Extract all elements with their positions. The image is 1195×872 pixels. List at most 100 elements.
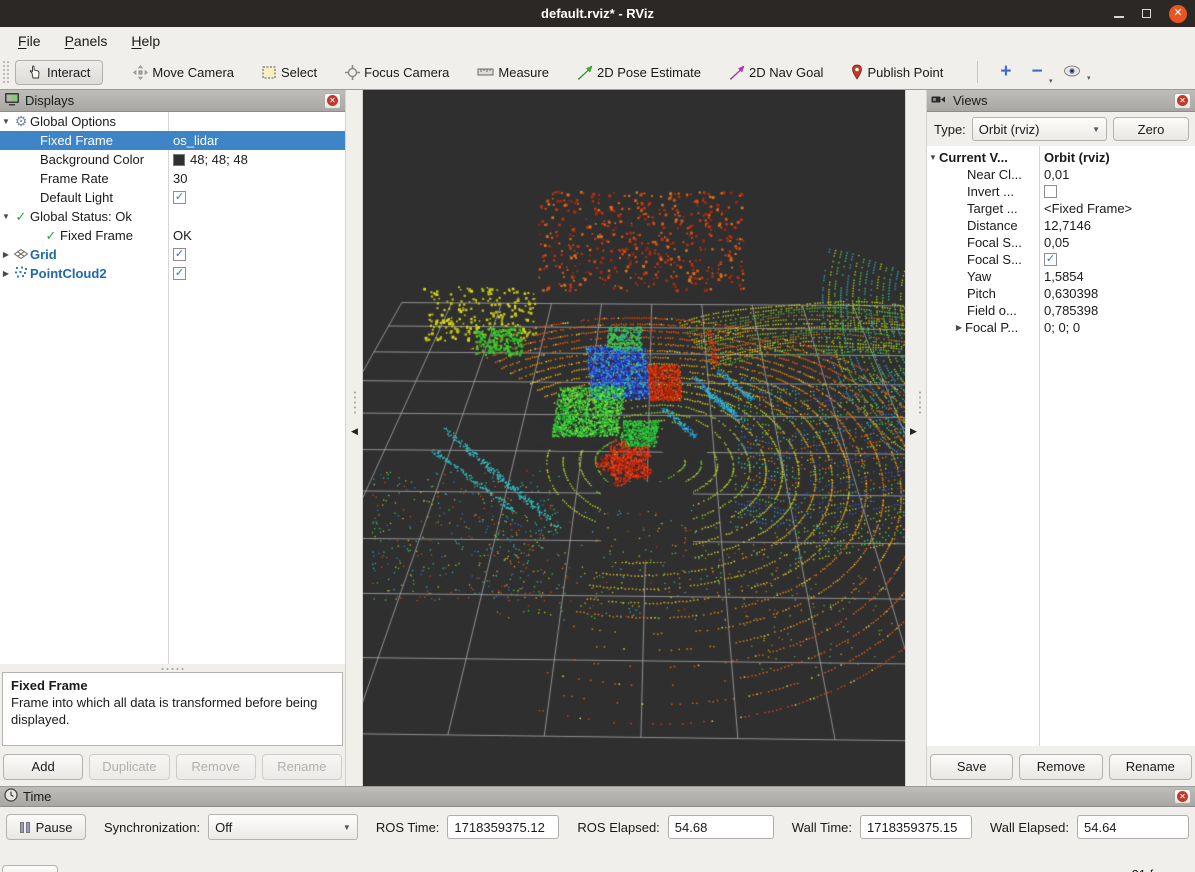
tree-row-pointcloud2[interactable]: ▶ PointCloud2 ✓ xyxy=(0,264,345,283)
ros-elapsed-field[interactable]: 54.68 xyxy=(668,815,774,839)
view-row-current-view[interactable]: ▼ Current V... Orbit (rviz) xyxy=(927,149,1195,166)
view-row-yaw[interactable]: Yaw 1,5854 xyxy=(927,268,1195,285)
rename-button[interactable]: Rename xyxy=(262,754,342,780)
tree-row-global-status[interactable]: ▼ ✓ Global Status: Ok xyxy=(0,207,345,226)
close-window-button[interactable]: ✕ xyxy=(1169,5,1187,23)
view-row-invert-z[interactable]: Invert ... xyxy=(927,183,1195,200)
status-ok-check-icon: ✓ xyxy=(12,209,30,225)
view-row-focal-point[interactable]: ▶ Focal P... 0; 0; 0 xyxy=(927,319,1195,336)
invert-z-checkbox[interactable] xyxy=(1044,185,1057,198)
displays-tree: ▼ ⚙ Global Options Fixed Frame os_lidar … xyxy=(0,112,345,664)
tool-interact[interactable]: Interact xyxy=(15,60,103,85)
synchronization-dropdown[interactable]: Off ▼ xyxy=(208,814,358,840)
collapse-right-arrow-icon[interactable]: ▶ xyxy=(910,426,917,437)
views-panel-header: Views ✕ xyxy=(927,90,1195,112)
expander-icon[interactable]: ▼ xyxy=(0,212,12,221)
pointcloud-canvas[interactable] xyxy=(363,90,905,786)
interact-hand-icon xyxy=(28,65,43,80)
left-splitter[interactable]: ◀ xyxy=(345,90,363,786)
rename-view-button[interactable]: Rename xyxy=(1109,754,1192,780)
tree-row-global-options[interactable]: ▼ ⚙ Global Options xyxy=(0,112,345,131)
pointcloud2-checkbox[interactable]: ✓ xyxy=(173,267,186,280)
visibility-button[interactable]: ▾ xyxy=(1053,65,1091,80)
view-row-focal-shape-fixed[interactable]: Focal S... ✓ xyxy=(927,251,1195,268)
wall-elapsed-field[interactable]: 54.64 xyxy=(1077,815,1189,839)
duplicate-button[interactable]: Duplicate xyxy=(89,754,169,780)
save-view-button[interactable]: Save xyxy=(930,754,1013,780)
views-panel: Views ✕ Type: Orbit (rviz) ▼ Zero ▼ Curr… xyxy=(927,90,1195,786)
help-title: Fixed Frame xyxy=(11,677,334,694)
views-close-button[interactable]: ✕ xyxy=(1174,93,1191,109)
wall-time-field[interactable]: 1718359375.15 xyxy=(860,815,972,839)
view-row-distance[interactable]: Distance 12,7146 xyxy=(927,217,1195,234)
default-light-checkbox[interactable]: ✓ xyxy=(173,191,186,204)
tool-2d-pose-estimate[interactable]: 2D Pose Estimate xyxy=(571,61,707,84)
reset-button[interactable]: Reset xyxy=(2,865,58,872)
tool-focus-camera[interactable]: Focus Camera xyxy=(339,61,455,84)
time-close-button[interactable]: ✕ xyxy=(1174,789,1191,804)
time-panel-body: Pause Synchronization: Off ▼ ROS Time: 1… xyxy=(0,807,1195,872)
frame-rate-value[interactable]: 30 xyxy=(168,171,187,186)
tree-row-fixed-frame[interactable]: Fixed Frame os_lidar xyxy=(0,131,345,150)
zero-button[interactable]: Zero xyxy=(1113,117,1189,141)
menu-file[interactable]: File xyxy=(8,29,51,53)
expander-icon[interactable]: ▶ xyxy=(953,323,965,332)
views-tree: ▼ Current V... Orbit (rviz) Near Cl... 0… xyxy=(927,146,1195,746)
tree-row-grid[interactable]: ▶ Grid ✓ xyxy=(0,245,345,264)
fixed-frame-value[interactable]: os_lidar xyxy=(168,133,219,148)
displays-panel-header: Displays ✕ xyxy=(0,90,345,112)
menu-help[interactable]: Help xyxy=(121,29,170,53)
zoom-out-button[interactable]: −▾ xyxy=(1021,61,1052,83)
visibility-caret-icon: ▾ xyxy=(1087,74,1091,82)
tree-row-background-color[interactable]: Background Color 48; 48; 48 xyxy=(0,150,345,169)
tool-select[interactable]: Select xyxy=(256,61,323,84)
view-type-row: Type: Orbit (rviz) ▼ Zero xyxy=(927,112,1195,146)
views-panel-title: Views xyxy=(953,93,1169,108)
expander-icon[interactable]: ▼ xyxy=(0,117,12,126)
ros-elapsed-label: ROS Elapsed: xyxy=(577,820,659,835)
view-row-near-clip[interactable]: Near Cl... 0,01 xyxy=(927,166,1195,183)
menu-panels[interactable]: Panels xyxy=(55,29,118,53)
displays-panel: Displays ✕ ▼ ⚙ Global Options Fixed Fram… xyxy=(0,90,345,786)
gear-icon: ⚙ xyxy=(12,113,30,130)
toolbar-separator xyxy=(977,61,978,83)
view-row-field-of-view[interactable]: Field o... 0,785398 xyxy=(927,302,1195,319)
views-column-divider[interactable] xyxy=(1039,146,1040,746)
tree-row-fixed-frame-status[interactable]: ✓ Fixed Frame OK xyxy=(0,226,345,245)
view-row-pitch[interactable]: Pitch 0,630398 xyxy=(927,285,1195,302)
focal-shape-checkbox[interactable]: ✓ xyxy=(1044,253,1057,266)
tool-move-camera[interactable]: Move Camera xyxy=(127,61,240,84)
expander-icon[interactable]: ▶ xyxy=(0,269,12,278)
minimize-button[interactable] xyxy=(1114,16,1124,18)
add-button[interactable]: Add xyxy=(3,754,83,780)
displays-buttons: Add Duplicate Remove Rename xyxy=(0,746,345,786)
expander-icon[interactable]: ▶ xyxy=(0,250,12,259)
displays-monitor-icon xyxy=(4,92,20,109)
tree-row-default-light[interactable]: Default Light ✓ xyxy=(0,188,345,207)
fps-counter: 31 fps xyxy=(1132,867,1167,872)
tool-2d-nav-goal[interactable]: 2D Nav Goal xyxy=(723,61,829,84)
displays-close-button[interactable]: ✕ xyxy=(324,93,341,109)
time-panel: Time ✕ Pause Synchronization: Off ▼ ROS … xyxy=(0,786,1195,872)
right-splitter[interactable]: ▶ xyxy=(905,90,927,786)
tool-publish-point[interactable]: Publish Point xyxy=(845,60,949,84)
pause-button[interactable]: Pause xyxy=(6,814,86,840)
expander-icon[interactable]: ▼ xyxy=(927,153,939,162)
remove-view-button[interactable]: Remove xyxy=(1019,754,1102,780)
maximize-button[interactable] xyxy=(1142,9,1151,18)
tree-row-frame-rate[interactable]: Frame Rate 30 xyxy=(0,169,345,188)
tool-measure[interactable]: Measure xyxy=(471,61,555,84)
view-row-focal-shape-size[interactable]: Focal S... 0,05 xyxy=(927,234,1195,251)
background-color-value[interactable]: 48; 48; 48 xyxy=(190,152,248,167)
render-viewport[interactable] xyxy=(363,90,905,786)
displays-horizontal-splitter[interactable] xyxy=(0,664,345,672)
view-type-dropdown[interactable]: Orbit (rviz) ▼ xyxy=(972,117,1107,141)
collapse-left-arrow-icon[interactable]: ◀ xyxy=(351,426,358,437)
zoom-in-button[interactable]: + xyxy=(990,61,1021,83)
toolbar-grip[interactable] xyxy=(2,60,9,84)
grid-checkbox[interactable]: ✓ xyxy=(173,248,186,261)
views-camera-icon xyxy=(931,93,948,108)
remove-button[interactable]: Remove xyxy=(176,754,256,780)
view-row-target-frame[interactable]: Target ... <Fixed Frame> xyxy=(927,200,1195,217)
ros-time-field[interactable]: 1718359375.12 xyxy=(447,815,559,839)
